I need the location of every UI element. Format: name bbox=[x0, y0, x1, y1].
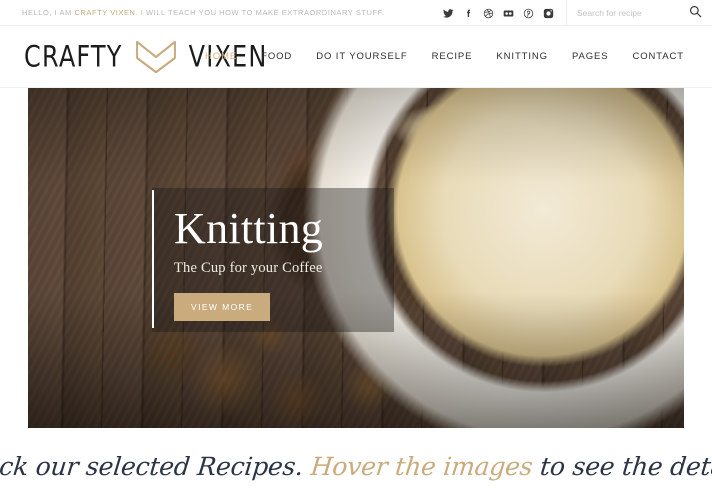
tagline-part-1: Check our selected Recipes. bbox=[0, 452, 306, 481]
nav-item-do-it-yourself[interactable]: DO IT YOURSELF bbox=[304, 45, 419, 68]
nav-item-food[interactable]: FOOD bbox=[249, 45, 304, 68]
nav-item-home[interactable]: HOME bbox=[193, 45, 249, 68]
logo-text-left: CRAFTY bbox=[24, 39, 123, 74]
search-container bbox=[566, 0, 712, 26]
site-header: CRAFTY VIXEN HOME FOOD DO IT YOURSELF RE… bbox=[0, 26, 712, 88]
search-submit-button[interactable] bbox=[689, 5, 702, 21]
hero-caption-box: Knitting The Cup for your Coffee VIEW MO… bbox=[152, 188, 394, 332]
pinterest-icon[interactable] bbox=[523, 8, 534, 19]
fox-bowtie-logo-icon bbox=[134, 39, 178, 75]
recipes-tagline-region: Check our selected Recipes. Hover the im… bbox=[0, 433, 712, 500]
search-icon bbox=[689, 5, 702, 21]
nav-item-knitting[interactable]: KNITTING bbox=[484, 45, 560, 68]
twitter-icon[interactable] bbox=[443, 8, 454, 19]
top-bar-tagline-suffix: . I WILL TEACH YOU HOW TO MAKE EXTRAORDI… bbox=[135, 8, 385, 17]
top-bar-tagline: HELLO, I AM CRAFTY VIXEN. I WILL TEACH Y… bbox=[22, 8, 385, 17]
top-bar-tagline-prefix: HELLO, I AM bbox=[22, 8, 75, 17]
nav-item-contact[interactable]: CONTACT bbox=[620, 45, 696, 68]
hero-region: Knitting The Cup for your Coffee VIEW MO… bbox=[0, 88, 712, 433]
facebook-icon[interactable] bbox=[463, 8, 474, 19]
flickr-icon[interactable] bbox=[503, 8, 514, 19]
search-input[interactable] bbox=[577, 8, 663, 18]
tagline-part-2: to see the details. bbox=[539, 452, 712, 481]
recipes-tagline: Check our selected Recipes. Hover the im… bbox=[0, 452, 712, 481]
instagram-icon[interactable] bbox=[543, 8, 554, 19]
tagline-highlight: Hover the images bbox=[309, 452, 535, 481]
dribbble-icon[interactable] bbox=[483, 8, 494, 19]
hero-title: Knitting bbox=[174, 204, 324, 253]
top-bar-tagline-brand: CRAFTY VIXEN bbox=[74, 8, 136, 17]
main-navigation: HOME FOOD DO IT YOURSELF RECIPE KNITTING… bbox=[193, 45, 696, 68]
hero-subtitle: The Cup for your Coffee bbox=[174, 260, 323, 276]
top-bar: HELLO, I AM CRAFTY VIXEN. I WILL TEACH Y… bbox=[0, 0, 712, 26]
view-more-button[interactable]: VIEW MORE bbox=[174, 293, 271, 321]
nav-item-recipe[interactable]: RECIPE bbox=[420, 45, 485, 68]
social-links bbox=[443, 8, 566, 19]
top-bar-right bbox=[443, 0, 712, 26]
hero-slider[interactable]: Knitting The Cup for your Coffee VIEW MO… bbox=[28, 88, 684, 428]
nav-item-pages[interactable]: PAGES bbox=[560, 45, 621, 68]
hero-accent-bar bbox=[152, 190, 154, 328]
